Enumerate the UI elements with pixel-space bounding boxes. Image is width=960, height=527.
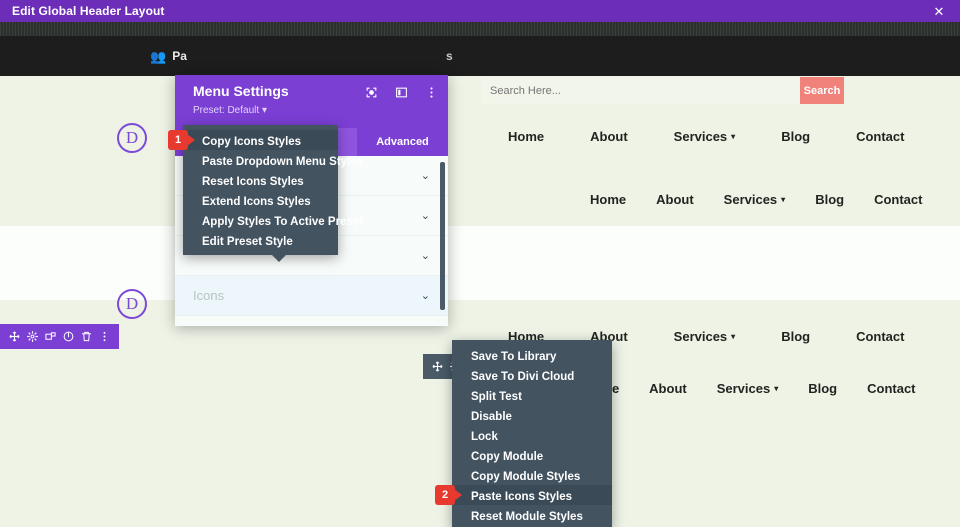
menu-item-split-test[interactable]: Split Test [452,385,612,405]
screenshot-root: Edit Global Header Layout ✕ 👥 Pa s Searc… [0,0,960,527]
modal-title: Menu Settings [193,83,289,99]
nav-item-services-label: Services [723,192,778,207]
modal-preset-label: Preset: Default [193,105,260,116]
divi-logo-badge-1: D [117,123,147,153]
chevron-down-icon: ▾ [731,132,736,141]
nav-row-4: ne About Services▾ Blog Contact [604,381,916,396]
accordion-row-icons[interactable]: Icons ⌄ [175,276,448,316]
nav-item-services-label: Services [716,381,771,396]
nav-item-home[interactable]: Home [590,192,626,207]
utility-bar-text-start: Pa [172,49,187,63]
utility-bar-text-end: s [446,49,453,63]
menu-item-reset-module-styles[interactable]: Reset Module Styles [452,505,612,525]
page-title: Edit Global Header Layout [12,4,165,18]
nav-item-about[interactable]: About [590,129,628,144]
context-menu-pointer [271,254,287,262]
menu-item-apply-styles-to-active-preset[interactable]: Apply Styles To Active Preset [183,210,363,230]
menu-item-save-to-library[interactable]: Save To Library [452,345,612,365]
target-focus-icon[interactable] [364,85,378,99]
context-menu-icons-styles: Copy Icons Styles Paste Dropdown Menu St… [183,125,363,262]
nav-item-contact[interactable]: Contact [856,329,904,344]
search-input[interactable] [481,77,800,104]
utility-bar-left: 👥 Pa [150,49,187,63]
nav-item-blog[interactable]: Blog [808,381,837,396]
tab-advanced[interactable]: Advanced [357,128,448,156]
nav-item-blog[interactable]: Blog [781,329,810,344]
nav-item-services[interactable]: Services ▾ [674,129,736,144]
search-button[interactable]: Search [800,77,844,104]
modal-header-actions [364,85,438,99]
trash-icon[interactable] [77,324,95,349]
nav-item-blog[interactable]: Blog [815,192,844,207]
menu-item-copy-icons-styles[interactable]: Copy Icons Styles [183,130,338,150]
chevron-down-icon: ⌄ [420,210,430,222]
nav-item-services-label: Services [673,329,728,344]
divi-logo-badge-2: D [117,289,147,319]
menu-item-paste-icons-styles[interactable]: Paste Icons Styles [452,485,612,505]
menu-item-save-to-divi-cloud[interactable]: Save To Divi Cloud [452,365,612,385]
duplicate-icon[interactable] [42,324,60,349]
menu-item-copy-module-styles[interactable]: Copy Module Styles [452,465,612,485]
chevron-down-icon: ▾ [731,332,736,341]
nav-item-about[interactable]: About [649,381,687,396]
chevron-down-icon: ⌄ [420,170,430,182]
section-strip-c [0,226,960,300]
callout-badge-2: 2 [435,485,463,505]
panel-layout-icon[interactable] [394,85,408,99]
module-toolbar-purple [0,324,119,349]
window-title-bar: Edit Global Header Layout ✕ [0,0,960,22]
modal-preset-selector[interactable]: Preset: Default ▾ [193,105,267,116]
striped-divider [0,22,960,36]
search-bar: Search [481,77,844,104]
more-vertical-icon[interactable] [424,85,438,99]
nav-row-1: Home About Services ▾ Blog Contact [508,129,904,144]
page-canvas: 👥 Pa s Search D D Home About Services▾ B… [0,36,960,527]
menu-item-paste-dropdown-menu-styles[interactable]: Paste Dropdown Menu Styles [183,150,363,170]
chevron-down-icon: ⌄ [420,290,430,302]
move-icon[interactable] [6,324,24,349]
menu-item-edit-preset-style[interactable]: Edit Preset Style [183,230,338,250]
nav-item-contact[interactable]: Contact [874,192,922,207]
chevron-down-icon: ⌄ [420,250,430,262]
modal-header: Menu Settings Preset: Default ▾ [175,75,448,128]
menu-item-reset-icons-styles[interactable]: Reset Icons Styles [183,170,338,190]
disable-power-icon[interactable] [59,324,77,349]
nav-item-services[interactable]: Services ▾ [674,329,736,344]
nav-item-about[interactable]: About [656,192,694,207]
menu-item-copy-module[interactable]: Copy Module [452,445,612,465]
menu-item-lock[interactable]: Lock [452,425,612,445]
nav-item-contact[interactable]: Contact [867,381,915,396]
people-icon: 👥 [150,48,167,64]
nav-item-services-label: Services [673,129,728,144]
chevron-down-icon: ▾ [261,105,267,116]
top-utility-bar: 👥 Pa s [0,36,960,76]
nav-item-services[interactable]: Services ▾ [724,192,786,207]
callout-badge-1: 1 [168,130,196,150]
more-vertical-icon[interactable] [95,324,113,349]
close-icon[interactable]: ✕ [918,0,960,22]
context-menu-module-actions: Save To Library Save To Divi Cloud Split… [452,340,612,527]
gear-icon[interactable] [24,324,42,349]
chevron-down-icon: ▾ [781,195,786,204]
menu-item-extend-icons-styles[interactable]: Extend Icons Styles [183,190,338,210]
move-icon[interactable] [429,354,447,379]
nav-item-services[interactable]: Services ▾ [717,381,779,396]
modal-scrollbar[interactable] [440,162,445,310]
chevron-down-icon: ▾ [774,384,779,393]
nav-row-2: Home About Services ▾ Blog Contact [590,192,922,207]
nav-item-home[interactable]: Home [508,129,544,144]
menu-item-disable[interactable]: Disable [452,405,612,425]
nav-item-contact[interactable]: Contact [856,129,904,144]
nav-item-blog[interactable]: Blog [781,129,810,144]
accordion-label-icons: Icons [193,288,225,303]
